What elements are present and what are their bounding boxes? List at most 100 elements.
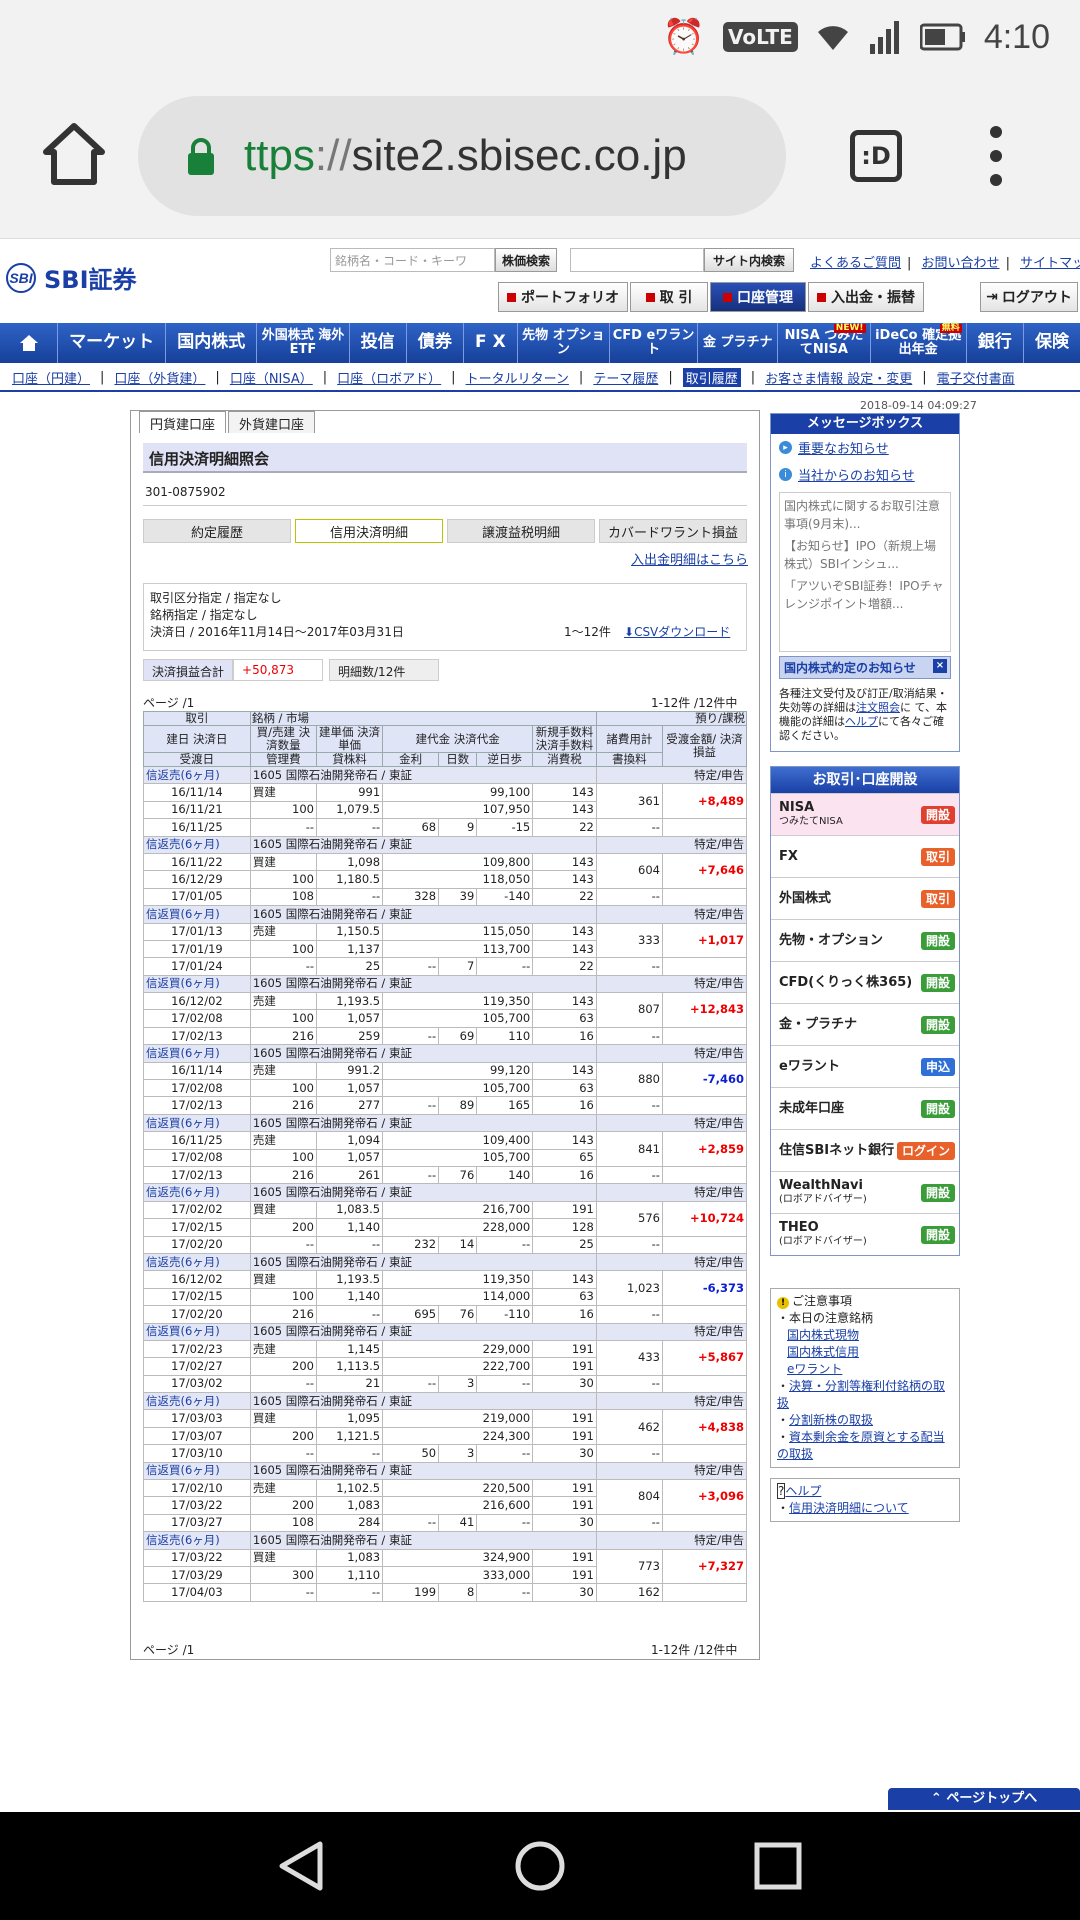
subnav-jpy-account[interactable]: 口座（円建） bbox=[12, 368, 90, 387]
open-fee: 143 bbox=[532, 1061, 597, 1081]
nav-bank[interactable]: 銀行 bbox=[967, 323, 1024, 363]
recent-apps-icon[interactable] bbox=[752, 1840, 804, 1892]
days: 14 bbox=[438, 1235, 478, 1254]
nav-insurance[interactable]: 保険 bbox=[1024, 323, 1080, 363]
notes-link[interactable]: 国内株式現物 bbox=[787, 1328, 859, 1342]
trade-item-label: 金・プラチナ bbox=[779, 1016, 858, 1032]
home-icon[interactable] bbox=[40, 120, 108, 188]
news-item[interactable]: 【お知らせ】IPO（新規上場株式）SBIインシュ... bbox=[784, 537, 946, 573]
sitemap-link[interactable]: サイトマップ bbox=[1020, 256, 1080, 271]
delivery-date: 17/02/20 bbox=[143, 1305, 251, 1324]
segment-covered-warrant[interactable]: カバードワラント損益 bbox=[599, 519, 747, 543]
nav-futures[interactable]: 先物 オプション bbox=[518, 323, 610, 363]
site-search-button[interactable]: サイト内検索 bbox=[704, 248, 794, 272]
trade-item[interactable]: eワラント 申込 bbox=[771, 1045, 959, 1087]
subnav-robo-account[interactable]: 口座（ロボアド） bbox=[337, 368, 441, 387]
notes-link[interactable]: 国内株式信用 bbox=[787, 1345, 859, 1359]
back-icon[interactable] bbox=[276, 1840, 328, 1892]
trade-item-button[interactable]: 開設 bbox=[920, 1225, 955, 1244]
company-notice-link[interactable]: i 当社からのお知らせ bbox=[771, 461, 959, 488]
trade-item[interactable]: 未成年口座 開設 bbox=[771, 1087, 959, 1129]
tab-foreign-account[interactable]: 外貨建口座 bbox=[228, 411, 316, 433]
tab-switcher-button[interactable]: :D bbox=[850, 130, 902, 182]
help-item-link[interactable]: 信用決済明細について bbox=[789, 1501, 909, 1515]
nav-fund[interactable]: 投信 bbox=[350, 323, 407, 363]
notes-link[interactable]: 決算・分割等権利付銘柄の取扱 bbox=[777, 1379, 945, 1410]
subnav-theme-history[interactable]: テーマ履歴 bbox=[593, 368, 658, 387]
csv-download-link[interactable]: ⬇CSVダウンロード bbox=[624, 624, 730, 641]
nav-fx[interactable]: F X bbox=[464, 323, 518, 363]
trade-item[interactable]: FX 取引 bbox=[771, 835, 959, 877]
nav-domestic-stock[interactable]: 国内株式 bbox=[166, 323, 258, 363]
order-inquiry-link[interactable]: 注文照会 bbox=[856, 701, 900, 714]
nav-nisa[interactable]: NISA つみたてNISA NEW! bbox=[778, 323, 871, 363]
page-top-button[interactable]: ⌃ ページトップへ bbox=[888, 1788, 1080, 1810]
important-notice-link[interactable]: ▸ 重要なお知らせ bbox=[771, 434, 959, 461]
stock-search-button[interactable]: 株価検索 bbox=[495, 248, 557, 272]
trade-item[interactable]: 金・プラチナ 開設 bbox=[771, 1003, 959, 1045]
trade-item[interactable]: CFD(くりっく株365) 開設 bbox=[771, 961, 959, 1003]
subnav-e-documents[interactable]: 電子交付書面 bbox=[937, 368, 1015, 387]
contact-link[interactable]: お問い合わせ bbox=[922, 256, 1000, 271]
sbi-logo[interactable]: SBI SBI証券 bbox=[6, 260, 137, 295]
home-circle-icon[interactable] bbox=[514, 1840, 566, 1892]
notes-link[interactable]: 資本剰余金を原資とする配当の取扱 bbox=[777, 1430, 945, 1461]
segment-execution-history[interactable]: 約定履歴 bbox=[143, 519, 291, 543]
faq-link[interactable]: よくあるご質問 bbox=[810, 256, 901, 271]
news-item[interactable]: 「アツいぞSBI証券！IPOチャレンジポイント増額... bbox=[784, 577, 946, 613]
open-fee: 191 bbox=[532, 1548, 597, 1567]
url-bar[interactable]: ttps://site2.sbisec.co.jp bbox=[138, 96, 786, 216]
trade-item-button[interactable]: ログイン bbox=[896, 1141, 955, 1160]
trade-item[interactable]: THEO (ロボアドバイザー) 開設 bbox=[771, 1213, 959, 1255]
trade-item[interactable]: 外国株式 取引 bbox=[771, 877, 959, 919]
tab-jpy-account[interactable]: 円貨建口座 bbox=[139, 411, 227, 433]
deposit-tab[interactable]: 入出金・振替 bbox=[808, 282, 924, 312]
account-tab[interactable]: 口座管理 bbox=[710, 282, 806, 312]
portfolio-tab[interactable]: ポートフォリオ bbox=[498, 282, 628, 312]
mgmt-fee: -- bbox=[249, 1583, 318, 1602]
notes-link[interactable]: eワラント bbox=[787, 1362, 842, 1376]
nav-cfd[interactable]: CFD eワラント bbox=[610, 323, 699, 363]
nav-foreign-stock[interactable]: 外国株式 海外ETF bbox=[257, 323, 350, 363]
nav-gold[interactable]: 金 プラチナ bbox=[698, 323, 779, 363]
nav-bond[interactable]: 債券 bbox=[407, 323, 464, 363]
trade-item-button[interactable]: 開設 bbox=[920, 973, 955, 992]
trade-item-button[interactable]: 取引 bbox=[920, 889, 955, 908]
close-icon[interactable]: × bbox=[933, 659, 947, 673]
logout-button[interactable]: ⇥ ログアウト bbox=[980, 282, 1078, 312]
tax-type: 特定/申告 bbox=[595, 905, 748, 924]
more-menu-icon[interactable] bbox=[984, 126, 1008, 186]
cash-detail-link[interactable]: 入出金明細はこちら bbox=[631, 549, 748, 568]
site-search-input[interactable] bbox=[570, 248, 704, 272]
trade-item-button[interactable]: 開設 bbox=[920, 1099, 955, 1118]
help-link[interactable]: ヘルプ bbox=[785, 1484, 821, 1498]
nav-home[interactable] bbox=[0, 323, 58, 363]
trade-item[interactable]: 住信SBIネット銀行 ログイン bbox=[771, 1129, 959, 1171]
trade-item[interactable]: NISA つみたてNISA 開設 bbox=[771, 793, 959, 835]
help-link[interactable]: ヘルプ bbox=[845, 715, 878, 728]
nav-ideco[interactable]: iDeCo 確定拠出年金 無料 bbox=[871, 323, 967, 363]
subnav-foreign-account[interactable]: 口座（外貨建） bbox=[114, 368, 205, 387]
subnav-nisa-account[interactable]: 口座（NISA） bbox=[230, 368, 313, 387]
trade-item-button[interactable]: 申込 bbox=[920, 1057, 955, 1076]
trade-tab[interactable]: 取 引 bbox=[630, 282, 708, 312]
segment-margin-settlement[interactable]: 信用決済明細 bbox=[295, 519, 443, 543]
reverse-rate: -- bbox=[476, 1513, 534, 1533]
news-item[interactable]: 国内株式に関するお取引注意事項(9月末)... bbox=[784, 497, 946, 533]
trade-item-button[interactable]: 開設 bbox=[920, 805, 955, 824]
settle-pl: +1,017 bbox=[661, 922, 748, 959]
trade-item[interactable]: WealthNavi (ロボアドバイザー) 開設 bbox=[771, 1171, 959, 1213]
segment-capital-gains-tax[interactable]: 譲渡益税明細 bbox=[447, 519, 595, 543]
subnav-trade-history[interactable]: 取引履歴 bbox=[682, 367, 741, 387]
trade-item-button[interactable]: 開設 bbox=[920, 1015, 955, 1034]
trade-item-button[interactable]: 開設 bbox=[920, 1183, 955, 1202]
open-price: 1,193.5 bbox=[315, 992, 384, 1011]
nav-market[interactable]: マーケット bbox=[58, 323, 167, 363]
trade-item[interactable]: 先物・オプション 開設 bbox=[771, 919, 959, 961]
trade-item-button[interactable]: 開設 bbox=[920, 931, 955, 950]
trade-item-button[interactable]: 取引 bbox=[920, 847, 955, 866]
subnav-customer-settings[interactable]: お客さま情報 設定・変更 bbox=[765, 368, 912, 387]
stock-search-input[interactable]: 銘柄名・コード・キーワ bbox=[330, 248, 495, 272]
subnav-total-return[interactable]: トータルリターン bbox=[466, 368, 569, 387]
notes-link[interactable]: 分割新株の取扱 bbox=[789, 1413, 873, 1427]
